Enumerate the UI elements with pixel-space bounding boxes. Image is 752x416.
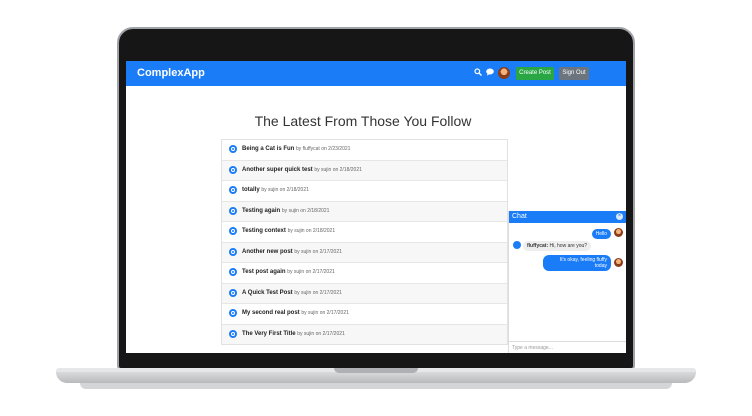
list-item[interactable]: Being a Cat is Fun by fluffycat on 2/23/… <box>222 140 507 161</box>
post-title[interactable]: A Quick Test Post <box>242 290 293 296</box>
list-item[interactable]: A Quick Test Post by sujin on 2/17/2021 <box>222 283 507 304</box>
chat-title: Chat <box>512 213 527 220</box>
post-title[interactable]: The Very First Title <box>242 331 296 337</box>
post-meta: by sujin on 2/18/2021 <box>281 207 330 214</box>
avatar[interactable] <box>498 67 510 79</box>
laptop-base <box>56 372 696 383</box>
post-meta: by sujin on 2/18/2021 <box>314 166 362 173</box>
post-avatar-icon <box>229 288 237 297</box>
post-avatar-icon <box>229 309 237 317</box>
laptop-notch <box>334 368 418 373</box>
post-title[interactable]: totally <box>242 187 260 193</box>
create-post-button[interactable]: Create Post <box>516 67 554 80</box>
list-item[interactable]: Test post again by sujin on 2/17/2021 <box>222 263 507 284</box>
post-title[interactable]: Testing context <box>242 228 286 234</box>
chat-icon[interactable] <box>486 68 494 76</box>
page-title: The Latest From Those You Follow <box>254 113 472 129</box>
list-item[interactable]: The Very First Title by sujin on 2/17/20… <box>222 324 507 344</box>
chat-header: Chat × <box>509 211 626 223</box>
brand-logo[interactable]: ComplexApp <box>137 67 205 79</box>
chat-input[interactable]: Type a message... <box>509 341 626 353</box>
feed-list: Being a Cat is Fun by fluffycat on 2/23/… <box>221 139 508 345</box>
post-avatar-icon <box>229 227 237 235</box>
list-item[interactable]: Testing context by sujin on 2/18/2021 <box>222 222 507 243</box>
list-item[interactable]: Testing again by sujin on 2/18/2021 <box>222 201 507 222</box>
user-avatar-icon <box>513 241 521 249</box>
chat-message-self: It's okay, feeling fluffy today <box>543 255 611 271</box>
post-meta: by sujin on 2/18/2021 <box>261 187 309 193</box>
post-meta: by sujin on 2/17/2021 <box>297 330 345 337</box>
app-screen: ComplexApp Create Post Sign Out The Late… <box>126 61 626 353</box>
post-title[interactable]: Another new post <box>242 249 293 255</box>
post-avatar-icon <box>229 206 237 215</box>
post-avatar-icon <box>229 268 237 276</box>
laptop-shadow <box>80 383 672 389</box>
post-title[interactable]: Testing again <box>242 208 280 214</box>
chat-panel: Chat × Hello fluffycat: Hi, how are you?… <box>508 211 626 353</box>
chat-message-other: fluffycat: Hi, how are you? <box>523 241 592 251</box>
sign-out-button[interactable]: Sign Out <box>559 67 589 80</box>
chat-username: fluffycat: <box>527 243 549 249</box>
post-meta: by sujin on 2/17/2021 <box>301 310 349 316</box>
post-meta: by sujin on 2/17/2021 <box>287 269 335 275</box>
post-title[interactable]: Another super quick test <box>242 167 313 173</box>
list-item[interactable]: My second real post by sujin on 2/17/202… <box>222 304 507 325</box>
app-header: ComplexApp Create Post Sign Out <box>126 61 626 86</box>
post-title[interactable]: Test post again <box>242 269 286 275</box>
search-icon[interactable] <box>474 68 482 76</box>
chat-message-line: today <box>594 263 607 269</box>
post-avatar-icon <box>229 186 237 194</box>
post-meta: by sujin on 2/17/2021 <box>294 289 342 296</box>
chat-message-text: Hi, how are you? <box>548 243 588 249</box>
close-icon[interactable]: × <box>616 213 623 220</box>
post-avatar-icon <box>229 165 237 174</box>
list-item[interactable]: totally by sujin on 2/18/2021 <box>222 181 507 202</box>
post-avatar-icon <box>229 145 237 153</box>
chat-input-placeholder: Type a message... <box>512 345 553 351</box>
post-avatar-icon <box>229 329 237 338</box>
chat-message-self: Hello <box>591 229 611 239</box>
post-avatar-icon <box>229 247 237 256</box>
avatar <box>614 258 623 267</box>
post-title[interactable]: Being a Cat is Fun <box>242 146 294 152</box>
post-meta: by sujin on 2/18/2021 <box>287 228 336 234</box>
post-meta: by sujin on 2/17/2021 <box>294 248 342 255</box>
avatar <box>614 228 623 237</box>
list-item[interactable]: Another new post by sujin on 2/17/2021 <box>222 242 507 263</box>
post-meta: by fluffycat on 2/23/2021 <box>296 146 351 152</box>
post-title[interactable]: My second real post <box>242 310 300 316</box>
list-item[interactable]: Another super quick test by sujin on 2/1… <box>222 160 507 181</box>
